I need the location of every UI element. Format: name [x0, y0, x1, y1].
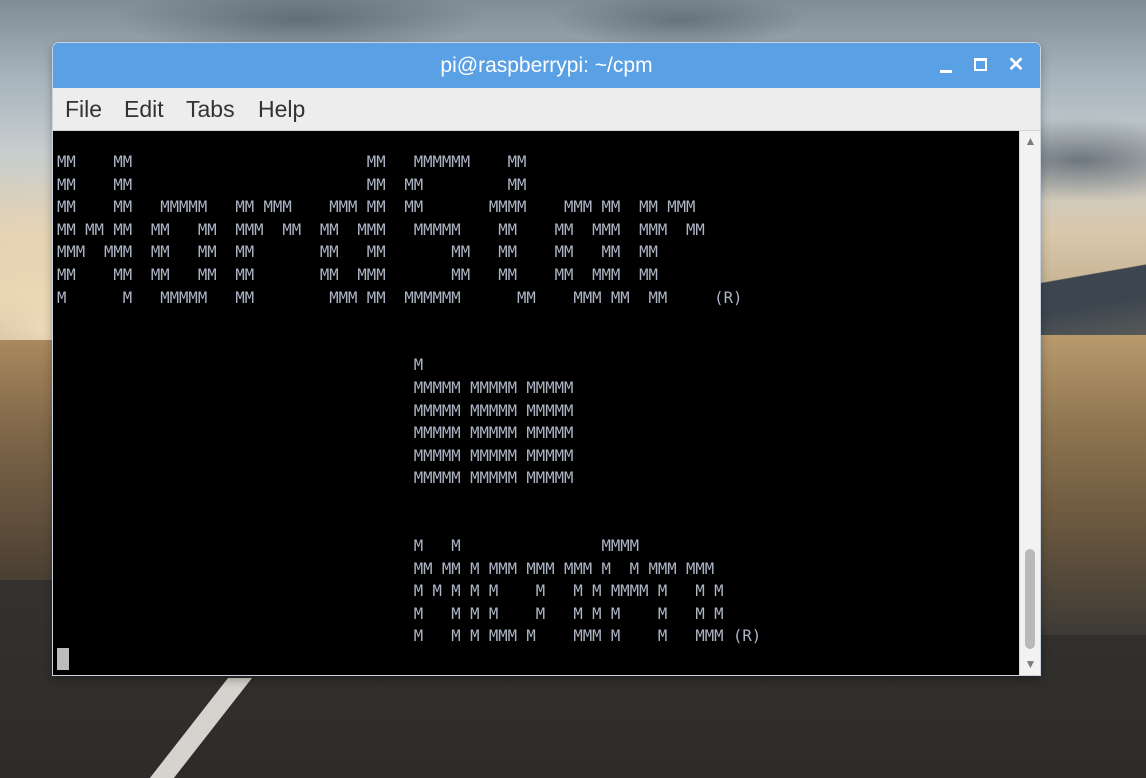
- desktop-background: pi@raspberrypi: ~/cpm ✕ File Edit Tabs H…: [0, 0, 1146, 778]
- chevron-down-icon: ▼: [1024, 657, 1037, 671]
- close-button[interactable]: ✕: [999, 43, 1033, 88]
- vertical-scrollbar[interactable]: ▲ ▼: [1019, 131, 1040, 675]
- scrollbar-thumb[interactable]: [1025, 549, 1035, 649]
- field-right: [1040, 335, 1146, 635]
- title-bar[interactable]: pi@raspberrypi: ~/cpm ✕: [53, 43, 1040, 88]
- road-marking: [126, 678, 252, 778]
- maximize-icon: [973, 57, 987, 71]
- menu-bar: File Edit Tabs Help: [53, 88, 1040, 131]
- minimize-button[interactable]: [929, 43, 963, 88]
- scroll-down-button[interactable]: ▼: [1020, 655, 1040, 673]
- terminal-output: MM MM MM MMMMMM MM MM MM MM MM MM MM MM …: [57, 153, 762, 646]
- chevron-up-icon: ▲: [1024, 134, 1037, 148]
- text-cursor: [57, 648, 69, 670]
- menu-file[interactable]: File: [65, 88, 102, 130]
- menu-tabs[interactable]: Tabs: [186, 88, 235, 130]
- field-left: [0, 340, 54, 580]
- maximize-button[interactable]: [963, 43, 997, 88]
- window-title: pi@raspberrypi: ~/cpm: [440, 54, 653, 77]
- terminal-window: pi@raspberrypi: ~/cpm ✕ File Edit Tabs H…: [53, 43, 1040, 675]
- menu-help[interactable]: Help: [258, 88, 305, 130]
- scroll-up-button[interactable]: ▲: [1020, 132, 1040, 150]
- menu-edit[interactable]: Edit: [124, 88, 164, 130]
- minimize-icon: [940, 69, 952, 73]
- terminal-area[interactable]: MM MM MM MMMMMM MM MM MM MM MM MM MM MM …: [53, 131, 1019, 675]
- close-icon: ✕: [1007, 54, 1025, 76]
- mountains: [1040, 250, 1146, 340]
